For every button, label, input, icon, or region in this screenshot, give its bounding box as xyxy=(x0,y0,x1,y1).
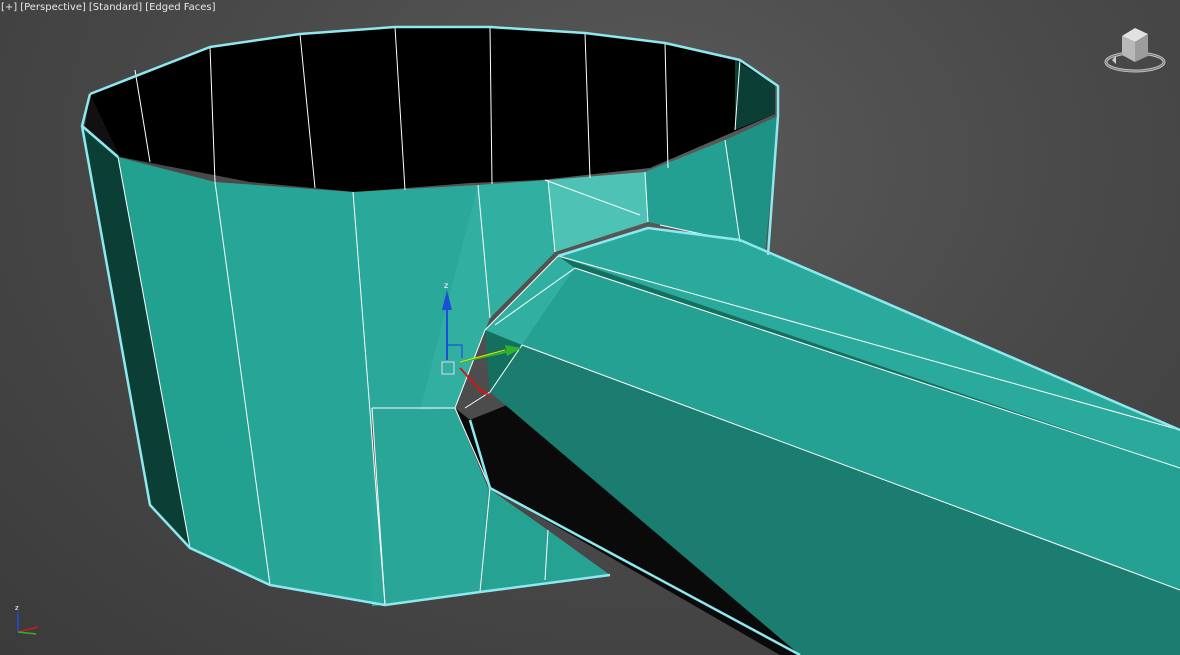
world-x-axis xyxy=(17,626,39,633)
viewcube-icon[interactable] xyxy=(1102,22,1168,76)
world-axis-tripod: z xyxy=(8,600,48,645)
scene-canvas[interactable]: z xyxy=(0,0,1180,655)
viewport-menu-plus[interactable]: [+] xyxy=(1,1,17,15)
viewport-label-bar: [+] [Perspective] [Standard] [Edged Face… xyxy=(1,1,216,15)
viewport-shading-label[interactable]: [Standard] xyxy=(89,1,142,15)
viewport[interactable]: z [+] [Perspective] [Standard] [Edged Fa… xyxy=(0,0,1180,655)
viewport-view-label[interactable]: [Perspective] xyxy=(20,1,86,15)
world-z-label: z xyxy=(15,604,19,612)
viewport-display-label[interactable]: [Edged Faces] xyxy=(145,1,215,15)
gizmo-z-label: z xyxy=(444,281,448,290)
world-y-axis xyxy=(17,631,37,635)
viewcube[interactable] xyxy=(1102,22,1168,76)
